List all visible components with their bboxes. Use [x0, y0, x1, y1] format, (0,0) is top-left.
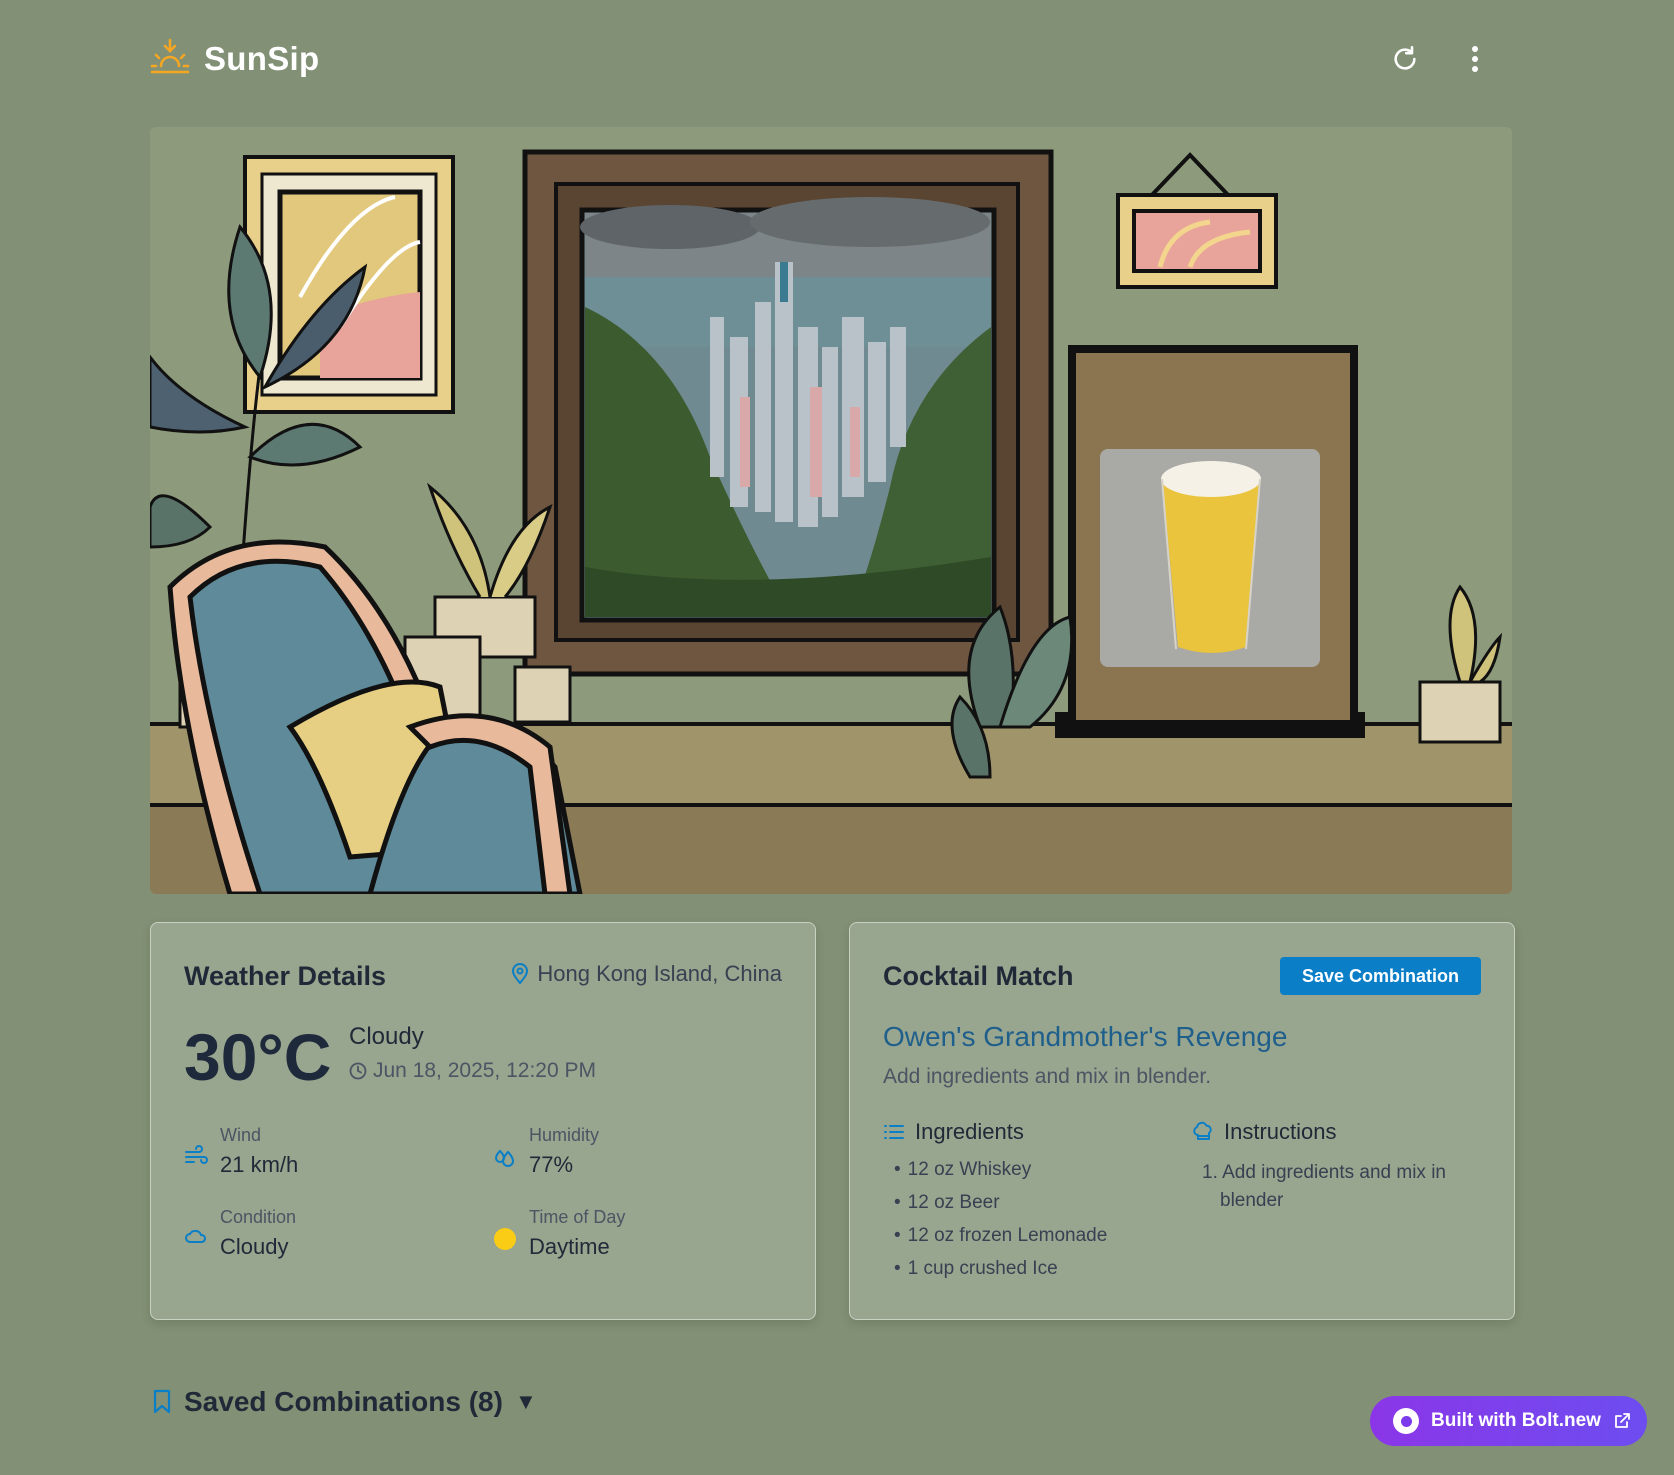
clock-icon — [349, 1062, 367, 1080]
drink-description: Add ingredients and mix in blender. — [883, 1065, 1212, 1088]
sun-icon — [494, 1228, 516, 1250]
save-combination-button[interactable]: Save Combination — [1279, 957, 1481, 995]
instructions-title: Instructions — [1224, 1119, 1337, 1144]
map-pin-icon — [512, 963, 529, 985]
bolt-logo-icon — [1393, 1408, 1419, 1434]
saved-combinations-toggle[interactable]: Saved Combinations (8) ▼ — [152, 1386, 537, 1418]
app-header: SunSip — [150, 34, 1512, 84]
condition-value: Cloudy — [220, 1234, 289, 1259]
header-actions — [1390, 44, 1512, 74]
refresh-button[interactable] — [1390, 44, 1420, 74]
location-text: Hong Kong Island, China — [537, 961, 782, 986]
sunrise-icon — [150, 37, 190, 82]
stat-humidity: Humidity 77% — [493, 1125, 599, 1178]
built-with-bolt-badge[interactable]: Built with Bolt.new — [1370, 1396, 1647, 1446]
wind-value: 21 km/h — [220, 1152, 299, 1177]
drink-name[interactable]: Owen's Grandmother's Revenge — [883, 1021, 1287, 1053]
list-item: 1 cup crushed Ice — [894, 1258, 1107, 1291]
drink-panel — [1055, 345, 1365, 738]
refresh-icon — [1394, 46, 1416, 70]
list-item: 12 oz Beer — [894, 1192, 1107, 1225]
scene-illustration — [150, 127, 1512, 894]
saved-combinations-label: Saved Combinations (8) — [184, 1386, 503, 1417]
humidity-label: Humidity — [529, 1125, 600, 1145]
bolt-badge-label: Built with Bolt.new — [1431, 1410, 1601, 1431]
condition-label: Condition — [220, 1207, 297, 1227]
brand: SunSip — [150, 37, 319, 82]
location: Hong Kong Island, China — [511, 961, 782, 987]
ingredients-list: 12 oz Whiskey 12 oz Beer 12 oz frozen Le… — [894, 1159, 1108, 1291]
wind-icon — [185, 1145, 208, 1164]
time-of-day-value: Daytime — [529, 1234, 610, 1259]
cocktail-card: Cocktail Match Save Combination Owen's G… — [849, 922, 1515, 1320]
list-icon — [884, 1125, 904, 1139]
droplets-icon — [494, 1149, 515, 1168]
weather-card: Weather Details Hong Kong Island, China … — [150, 922, 816, 1320]
caret-down-icon: ▼ — [514, 1389, 537, 1414]
window-frame — [522, 149, 1054, 677]
time-of-day-label: Time of Day — [529, 1207, 626, 1227]
list-item: 12 oz Whiskey — [894, 1159, 1107, 1192]
datetime: Jun 18, 2025, 12:20 PM — [349, 1059, 596, 1083]
cocktail-title: Cocktail Match — [883, 961, 1074, 991]
bookmark-icon — [153, 1389, 171, 1414]
stat-time-of-day: Time of Day Daytime — [493, 1207, 625, 1260]
list-item: 12 oz frozen Lemonade — [894, 1225, 1108, 1258]
app-title: SunSip — [204, 40, 320, 77]
ingredients-heading: Ingredients — [883, 1119, 1024, 1145]
stat-wind: Wind 21 km/h — [184, 1125, 298, 1178]
external-link-icon — [1615, 1413, 1630, 1428]
ingredients-title: Ingredients — [915, 1119, 1024, 1144]
weather-title: Weather Details — [184, 961, 387, 991]
cloud-icon — [185, 1229, 206, 1243]
instructions-heading: Instructions — [1192, 1119, 1337, 1145]
list-item: 1. Add ingredients and mix in blender — [1202, 1162, 1446, 1211]
instructions-list: 1. Add ingredients and mix in blender — [1202, 1159, 1472, 1215]
temperature: 30°C — [184, 1020, 332, 1094]
more-vertical-icon — [1472, 46, 1478, 72]
chef-hat-icon — [1193, 1121, 1212, 1140]
datetime-text: Jun 18, 2025, 12:20 PM — [373, 1059, 596, 1082]
condition-summary: Cloudy — [349, 1023, 424, 1050]
wind-label: Wind — [220, 1125, 262, 1145]
more-menu-button[interactable] — [1460, 44, 1490, 74]
stat-condition: Condition Cloudy — [184, 1207, 296, 1260]
humidity-value: 77% — [529, 1152, 574, 1177]
